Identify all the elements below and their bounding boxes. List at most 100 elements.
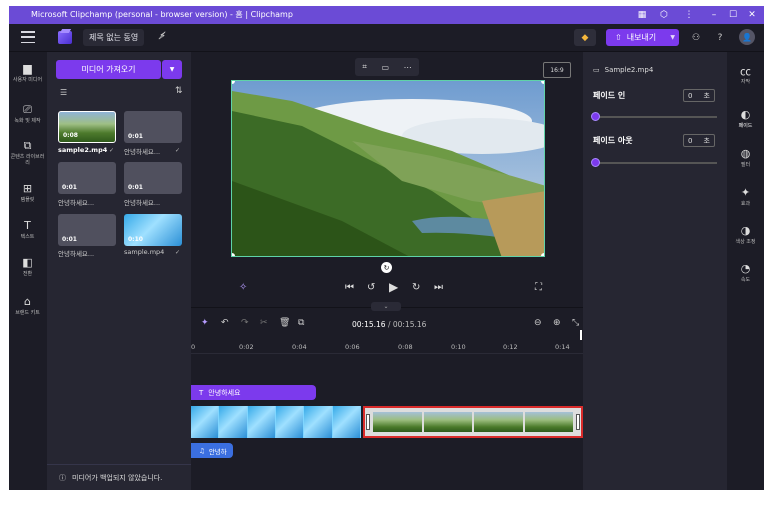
fade-in-input[interactable]: 0 초 <box>683 89 715 102</box>
sidebar-item-library[interactable]: ⧉ 콘텐츠 라이브러리 <box>9 139 46 167</box>
duplicate-icon[interactable]: ⧉ <box>298 318 304 328</box>
skip-back-icon[interactable]: ⏮ <box>345 282 354 293</box>
import-options-button[interactable]: ▼ <box>162 60 182 79</box>
fade-in-label: 페이드 인 <box>593 91 626 100</box>
sidebar-item-filters[interactable]: ◍ 필터 <box>727 147 764 168</box>
maximize-button[interactable]: ☐ <box>726 8 740 22</box>
resize-handle[interactable] <box>541 253 544 256</box>
media-thumbnail[interactable]: 0:01 <box>124 111 182 143</box>
cut-icon[interactable]: ✂ <box>260 318 268 328</box>
sidebar-item-label: 브랜드 키트 <box>15 310 40 316</box>
zoom-in-icon[interactable]: ⊕ <box>553 318 561 328</box>
redo-icon[interactable]: ↷ <box>241 318 249 328</box>
media-thumbnail[interactable]: 0:10 <box>124 214 182 246</box>
fit-timeline-icon[interactable]: ⤡ <box>572 318 579 328</box>
rewind-5-icon[interactable]: ↺ <box>367 282 375 293</box>
media-thumbnail[interactable]: 0:01 <box>124 162 182 194</box>
time-ruler[interactable]: 0 0:02 0:04 0:06 0:08 0:10 0:12 0:14 <box>191 338 583 354</box>
help-icon[interactable]: ? <box>714 32 726 44</box>
undo-icon[interactable]: ↶ <box>221 318 229 328</box>
color-icon: ◑ <box>740 224 751 237</box>
skip-forward-icon[interactable]: ⏭ <box>434 282 443 293</box>
crop-icon[interactable]: ⌗ <box>362 62 367 72</box>
sidebar-item-fade[interactable]: ◐ 페이드 <box>727 108 764 129</box>
media-thumbnail[interactable]: 0:01 <box>58 214 116 246</box>
resize-handle[interactable] <box>232 253 235 256</box>
resize-handle[interactable] <box>541 81 544 84</box>
forward-5-icon[interactable]: ↻ <box>412 282 420 293</box>
sidebar-item-text[interactable]: T 텍스트 <box>9 219 46 240</box>
extensions-icon[interactable]: ⬡ <box>657 8 671 22</box>
delete-icon[interactable]: 🗑 <box>279 318 290 328</box>
total-time: 00:15.16 <box>392 320 427 329</box>
video-clip-sample[interactable] <box>191 406 361 438</box>
camera-icon: ⎚ <box>23 102 32 116</box>
more-icon[interactable]: ⋯ <box>404 63 412 72</box>
clip-frame <box>304 406 333 438</box>
text-clip[interactable]: T 안녕하세요 <box>191 385 316 400</box>
share-icon[interactable]: ⚇ <box>690 32 702 44</box>
hamburger-menu-icon[interactable] <box>21 31 35 43</box>
video-clip-sample2[interactable] <box>363 406 583 438</box>
fade-out-slider-knob[interactable] <box>591 158 600 167</box>
sidebar-item-label: 자막 <box>740 79 751 85</box>
minimize-button[interactable]: – <box>707 8 721 22</box>
chevron-down-icon: ▼ <box>670 34 675 41</box>
sidebar-item-media[interactable]: ▆ 사용자 미디어 <box>9 62 46 83</box>
sidebar-item-label: 녹화 및 제작 <box>14 118 41 124</box>
sidebar-item-speed[interactable]: ◔ 속도 <box>727 262 764 283</box>
sidebar-item-templates[interactable]: ⊞ 템플릿 <box>9 182 46 203</box>
fade-in-slider-track[interactable] <box>595 116 717 118</box>
rotate-handle[interactable]: ↻ <box>381 262 392 273</box>
reader-icon[interactable]: ▦ <box>635 8 649 22</box>
fade-in-slider-knob[interactable] <box>591 112 600 121</box>
check-icon: ✓ <box>175 147 181 154</box>
more-options-icon[interactable]: ⋮ <box>682 8 696 22</box>
media-duration: 0:01 <box>128 184 143 191</box>
sidebar-item-transitions[interactable]: ◧ 전환 <box>9 256 46 277</box>
unit-label: 초 <box>703 91 710 100</box>
sidebar-item-captions[interactable]: ㏄ 자막 <box>727 64 764 86</box>
filter-icon[interactable]: ☰ <box>60 88 67 97</box>
fullscreen-icon[interactable]: ⛶ <box>535 282 542 293</box>
aspect-ratio-button[interactable]: 16:9 <box>543 62 571 78</box>
trim-handle-right[interactable] <box>576 414 580 430</box>
stage-toolbar: ⌗ ▭ ⋯ <box>355 58 419 76</box>
video-preview[interactable] <box>231 80 545 257</box>
app-window: Microsoft Clipchamp (personal - browser … <box>9 6 764 490</box>
sidebar-item-effects[interactable]: ✦ 효과 <box>727 186 764 207</box>
magic-wand-off-icon[interactable]: ⚡̸ <box>159 31 166 42</box>
trim-handle-left[interactable] <box>366 414 370 430</box>
magic-edit-icon[interactable]: ✧ <box>239 282 247 293</box>
sidebar-item-record[interactable]: ⎚ 녹화 및 제작 <box>9 102 46 125</box>
import-media-button[interactable]: 미디어 가져오기 <box>56 60 161 79</box>
fit-icon[interactable]: ▭ <box>381 63 389 72</box>
close-button[interactable]: ✕ <box>745 8 759 22</box>
premium-button[interactable]: ◆ <box>574 29 596 46</box>
avatar[interactable]: 👤 <box>739 29 755 45</box>
media-duration: 0:01 <box>62 236 77 243</box>
project-title[interactable]: 제목 없는 동영 <box>83 29 145 46</box>
play-icon[interactable]: ▶ <box>389 280 398 294</box>
media-duration: 0:10 <box>128 236 143 243</box>
ruler-tick: 0:08 <box>398 343 413 351</box>
ruler-tick: 0:14 <box>555 343 570 351</box>
export-button[interactable]: ⇧ 내보내기 ▼ <box>606 29 679 46</box>
magic-icon[interactable]: ✦ <box>201 318 209 328</box>
zoom-out-icon[interactable]: ⊖ <box>534 318 542 328</box>
backup-notice[interactable]: ⓘ 미디어가 백업되지 않았습니다. <box>47 464 191 490</box>
sidebar-item-color[interactable]: ◑ 색상 조정 <box>727 224 764 245</box>
sidebar-item-brand-kit[interactable]: ⌂ 브랜드 키트 <box>9 295 46 316</box>
grid-icon: ⊞ <box>22 182 33 195</box>
media-thumbnail[interactable]: 0:08 <box>58 111 116 143</box>
fade-out-slider-track[interactable] <box>595 162 717 164</box>
timeline-toggle-button[interactable]: ⌄ <box>371 302 401 311</box>
media-thumbnail[interactable]: 0:01 <box>58 162 116 194</box>
playhead[interactable] <box>580 330 582 340</box>
fade-out-input[interactable]: 0 초 <box>683 134 715 147</box>
audio-clip[interactable]: ♫ 안녕하 <box>191 443 233 458</box>
left-sidebar: ▆ 사용자 미디어 ⎚ 녹화 및 제작 ⧉ 콘텐츠 라이브러리 ⊞ 템플릿 T … <box>9 52 46 490</box>
voice-icon: ♫ <box>199 446 205 455</box>
sidebar-item-label: 페이드 <box>738 123 753 129</box>
sort-icon[interactable]: ⇅ <box>175 86 183 96</box>
